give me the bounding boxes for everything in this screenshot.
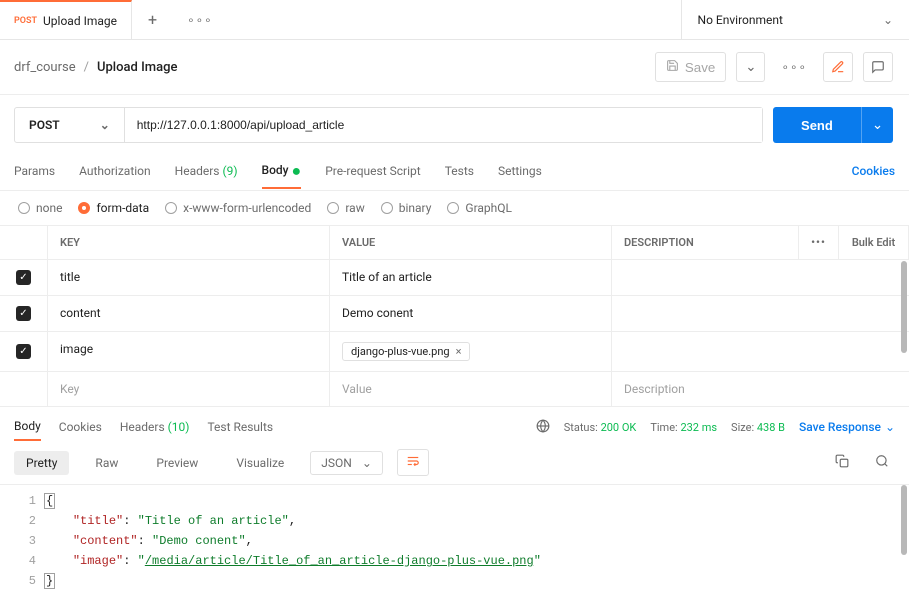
method-label: POST [29,118,60,132]
bodytype-form-data[interactable]: form-data [78,201,149,215]
breadcrumb-current: Upload Image [97,60,177,75]
row-value-placeholder[interactable]: Value [330,372,612,406]
bodytype-xwww[interactable]: x-www-form-urlencoded [165,201,311,215]
chevron-down-icon: ⌄ [362,456,372,470]
tab-body[interactable]: Body ● [262,153,302,189]
edit-button[interactable] [823,52,853,82]
breadcrumb-separator: / [84,60,89,75]
row-desc-input[interactable] [612,260,909,295]
row-desc-input[interactable] [612,332,909,371]
row-checkbox[interactable]: ✓ [16,306,31,321]
row-key-input[interactable]: content [48,296,330,331]
breadcrumb: drf_course / Upload Image [14,60,177,75]
chevron-down-icon: ⌄ [100,118,110,132]
chevron-down-icon: ⌄ [885,420,895,434]
modified-dot-icon: ● [292,160,302,179]
new-tab-button[interactable]: + [132,10,173,29]
url-input[interactable] [125,108,762,142]
save-response-button[interactable]: Save Response ⌄ [799,420,895,434]
tab-tests[interactable]: Tests [445,154,474,188]
save-icon [666,59,679,75]
method-selector[interactable]: POST ⌄ [15,108,125,142]
wrap-lines-button[interactable] [397,449,429,476]
bodytype-graphql[interactable]: GraphQL [447,201,512,215]
scrollbar[interactable] [901,261,907,353]
kv-header-key: KEY [48,226,330,259]
globe-icon[interactable] [536,419,550,436]
row-value-file[interactable]: django-plus-vue.png× [330,332,612,371]
header-more-button[interactable]: ∘∘∘ [775,54,813,80]
row-value-input[interactable]: Demo conent [330,296,612,331]
scrollbar[interactable] [901,485,907,555]
environment-label: No Environment [698,13,783,27]
table-row: ✓ content Demo conent [0,295,909,331]
tab-params[interactable]: Params [14,154,55,188]
environment-selector[interactable]: No Environment ⌄ [681,0,909,39]
table-row-new[interactable]: Key Value Description [0,371,909,406]
bodytype-raw[interactable]: raw [327,201,364,215]
response-tab-tests[interactable]: Test Results [207,414,273,440]
kv-header-value: VALUE [330,226,612,259]
view-raw[interactable]: Raw [83,451,130,475]
tab-authorization[interactable]: Authorization [79,154,151,188]
copy-button[interactable] [829,450,855,475]
request-tab[interactable]: POST Upload Image [0,0,132,39]
tab-settings[interactable]: Settings [498,154,542,188]
cookies-link[interactable]: Cookies [852,164,895,178]
view-preview[interactable]: Preview [144,451,210,475]
view-pretty[interactable]: Pretty [14,451,69,475]
row-key-input[interactable]: title [48,260,330,295]
row-desc-input[interactable] [612,296,909,331]
line-gutter: 1 2 3 4 5 [0,491,44,591]
response-image-link[interactable]: /media/article/Title_of_an_article-djang… [145,554,534,568]
size-block: Size: 438 B [731,421,785,434]
bodytype-binary[interactable]: binary [381,201,432,215]
search-button[interactable] [869,450,895,475]
row-desc-placeholder[interactable]: Description [612,372,909,406]
breadcrumb-parent[interactable]: drf_course [14,60,76,75]
table-row: ✓ image django-plus-vue.png× [0,331,909,371]
bodytype-none[interactable]: none [18,201,62,215]
tab-headers[interactable]: Headers (9) [175,154,238,188]
response-format-selector[interactable]: JSON⌄ [310,451,383,475]
save-dropdown[interactable]: ⌄ [736,52,765,82]
kv-header-desc: DESCRIPTION [612,226,799,259]
send-button[interactable]: Send [773,107,861,143]
send-dropdown[interactable]: ⌄ [861,107,893,143]
tab-more-button[interactable]: ∘∘∘ [173,13,227,27]
status-block: Status: 200 OK [564,421,637,434]
tab-title: Upload Image [43,14,117,28]
remove-file-icon[interactable]: × [456,345,462,358]
row-key-input[interactable]: image [48,332,330,371]
table-row: ✓ title Title of an article [0,259,909,295]
response-tab-headers[interactable]: Headers (10) [120,414,190,440]
row-value-input[interactable]: Title of an article [330,260,612,295]
kv-header-more[interactable]: ••• [799,226,839,259]
response-tab-body[interactable]: Body [14,413,41,441]
tab-method: POST [14,16,37,26]
view-visualize[interactable]: Visualize [224,451,296,475]
time-block: Time: 232 ms [650,421,717,434]
row-key-placeholder[interactable]: Key [48,372,330,406]
tab-prerequest[interactable]: Pre-request Script [325,154,420,188]
save-label: Save [685,60,715,75]
bulk-edit-button[interactable]: Bulk Edit [839,226,909,259]
chevron-down-icon: ⌄ [883,13,893,27]
comment-button[interactable] [863,52,893,82]
response-body: 1 2 3 4 5 { "title": "Title of an articl… [0,485,909,607]
response-tab-cookies[interactable]: Cookies [59,414,102,440]
row-checkbox[interactable]: ✓ [16,344,31,359]
save-button[interactable]: Save [655,52,726,82]
row-checkbox[interactable]: ✓ [16,270,31,285]
